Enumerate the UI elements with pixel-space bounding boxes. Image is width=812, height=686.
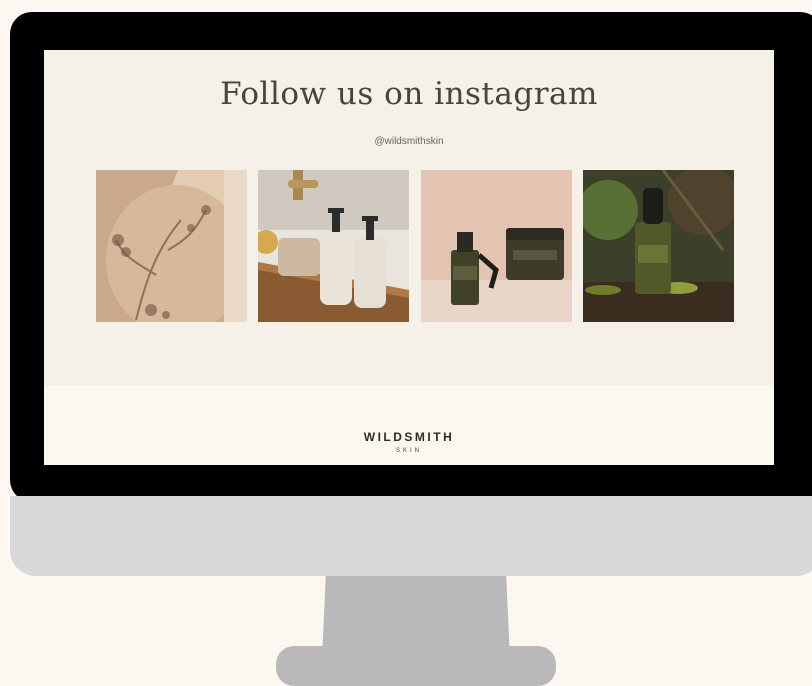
instagram-photo-4[interactable]	[583, 170, 734, 322]
monitor-chin	[10, 496, 812, 576]
instagram-handle-link[interactable]: @wildsmithskin	[44, 136, 774, 147]
instagram-gallery	[96, 170, 736, 322]
monitor-screen: Follow us on instagram @wildsmithskin WI…	[44, 50, 774, 465]
instagram-photo-2[interactable]	[258, 170, 409, 322]
monitor-stand-foot	[276, 646, 556, 686]
site-footer: WILDSMITH SKIN	[44, 386, 774, 465]
brand-logo-text[interactable]: WILDSMITH	[44, 430, 774, 444]
brand-logo-subtitle: SKIN	[395, 448, 422, 454]
bath-tray-bottles-photo-icon	[258, 170, 409, 322]
botanical-shadow-back-photo-icon	[96, 170, 247, 322]
instagram-photo-3[interactable]	[421, 170, 572, 322]
instagram-heading: Follow us on instagram	[220, 76, 598, 112]
serum-and-balm-jar-photo-icon	[421, 170, 572, 322]
serum-on-mossy-log-photo-icon	[583, 170, 734, 322]
instagram-photo-1[interactable]	[96, 170, 247, 322]
